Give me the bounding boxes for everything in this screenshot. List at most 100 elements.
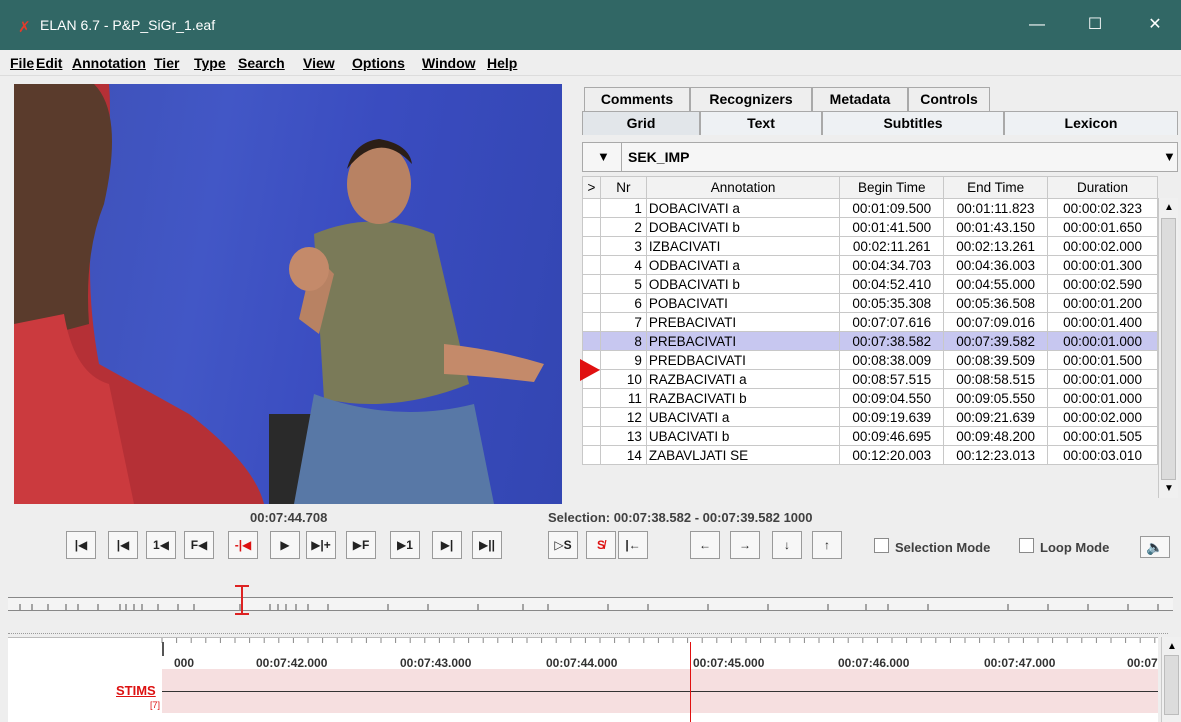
row-nr-cell[interactable]: 8 (599, 331, 647, 351)
row-nr-cell[interactable]: 3 (599, 236, 647, 256)
playhead[interactable] (690, 642, 691, 722)
menu-type[interactable]: Type (194, 55, 226, 71)
timeline-overview[interactable] (8, 597, 1173, 611)
col-begin-time[interactable]: Begin Time (839, 176, 945, 199)
chevron-down-icon[interactable]: ▼ (1163, 149, 1176, 164)
row-begin-cell[interactable]: 00:09:04.550 (839, 388, 945, 408)
table-row[interactable]: 8 PREBACIVATI 00:07:38.582 00:07:39.582 00:0… (582, 331, 1158, 351)
col-end-time[interactable]: End Time (943, 176, 1049, 199)
row-annotation-cell[interactable]: RAZBACIVATI a (645, 369, 841, 389)
row-duration-cell[interactable]: 00:00:01.300 (1047, 255, 1158, 275)
next-pixel-button[interactable]: ▶|+ (306, 531, 336, 559)
tab-metadata[interactable]: Metadata (812, 87, 908, 111)
table-row[interactable]: 14 ZABAVLJATI SE 00:12:20.003 00:12:23.013 0… (582, 445, 1158, 465)
row-begin-cell[interactable]: 00:01:09.500 (839, 198, 945, 218)
row-marker-cell[interactable] (582, 312, 601, 332)
table-row[interactable]: 12 UBACIVATI a 00:09:19.639 00:09:21.639 00:… (582, 407, 1158, 427)
row-duration-cell[interactable]: 00:00:02.000 (1047, 236, 1158, 256)
row-nr-cell[interactable]: 2 (599, 217, 647, 237)
row-end-cell[interactable]: 00:01:43.150 (943, 217, 1049, 237)
row-duration-cell[interactable]: 00:00:01.505 (1047, 426, 1158, 446)
table-row[interactable]: 2 DOBACIVATI b 00:01:41.500 00:01:43.150 00:… (582, 217, 1158, 237)
table-row[interactable]: 5 ODBACIVATI b 00:04:52.410 00:04:55.000 00:… (582, 274, 1158, 294)
previous-second-button[interactable]: 1◀ (146, 531, 176, 559)
maximize-button[interactable]: ☐ (1075, 10, 1115, 40)
timeline-scroll-up-icon[interactable]: ▲ (1167, 641, 1177, 652)
tab-grid[interactable]: Grid (582, 111, 700, 135)
clear-selection-button[interactable]: S̸ (586, 531, 616, 559)
row-annotation-cell[interactable]: IZBACIVATI (645, 236, 841, 256)
row-marker-cell[interactable] (582, 426, 601, 446)
row-end-cell[interactable]: 00:12:23.013 (943, 445, 1049, 465)
row-marker-cell[interactable] (582, 388, 601, 408)
table-row[interactable]: 6 POBACIVATI 00:05:35.308 00:05:36.508 00:00… (582, 293, 1158, 313)
row-end-cell[interactable]: 00:07:39.582 (943, 331, 1049, 351)
row-marker-cell[interactable] (582, 293, 601, 313)
table-row[interactable]: 1 DOBACIVATI a 00:01:09.500 00:01:11.823 00:… (582, 198, 1158, 218)
row-duration-cell[interactable]: 00:00:01.000 (1047, 388, 1158, 408)
table-row[interactable]: 13 UBACIVATI b 00:09:46.695 00:09:48.200 00:… (582, 426, 1158, 446)
tab-recognizers[interactable]: Recognizers (690, 87, 812, 111)
row-duration-cell[interactable]: 00:00:01.000 (1047, 369, 1158, 389)
table-row[interactable]: 9 PREDBACIVATI 00:08:38.009 00:08:39.509 00:… (582, 350, 1158, 370)
video-viewer[interactable] (14, 84, 562, 504)
selection-begin-button[interactable]: |← (618, 531, 648, 559)
next-scrollview-button[interactable]: ▶| (432, 531, 462, 559)
row-begin-cell[interactable]: 00:04:52.410 (839, 274, 945, 294)
row-annotation-cell[interactable]: ODBACIVATI b (645, 274, 841, 294)
menu-view[interactable]: View (303, 55, 335, 71)
menu-help[interactable]: Help (487, 55, 517, 71)
row-marker-cell[interactable] (582, 198, 601, 218)
menu-annotation[interactable]: Annotation (72, 55, 146, 71)
timeline-scrollbar[interactable]: ▲ (1161, 637, 1181, 722)
timeline-scroll-thumb[interactable] (1164, 655, 1179, 715)
menu-tier[interactable]: Tier (154, 55, 179, 71)
row-end-cell[interactable]: 00:08:39.509 (943, 350, 1049, 370)
previous-pixel-button[interactable]: -|◀ (228, 531, 258, 559)
selection-mode-checkbox[interactable] (874, 538, 889, 553)
row-marker-cell[interactable] (582, 274, 601, 294)
row-end-cell[interactable]: 00:05:36.508 (943, 293, 1049, 313)
row-end-cell[interactable]: 00:02:13.261 (943, 236, 1049, 256)
row-nr-cell[interactable]: 9 (599, 350, 647, 370)
annotation-down-button[interactable]: ↓ (772, 531, 802, 559)
row-marker-cell[interactable] (582, 255, 601, 275)
row-nr-cell[interactable]: 12 (599, 407, 647, 427)
col-annotation[interactable]: Annotation (645, 176, 841, 199)
tab-controls[interactable]: Controls (908, 87, 990, 111)
row-nr-cell[interactable]: 14 (599, 445, 647, 465)
close-button[interactable]: ✕ (1135, 10, 1175, 40)
play-selection-button[interactable]: ▷S (548, 531, 578, 559)
menu-file[interactable]: File (10, 55, 34, 71)
row-marker-cell[interactable] (582, 445, 601, 465)
speaker-icon[interactable]: 🔈 (1140, 536, 1170, 558)
row-end-cell[interactable]: 00:04:55.000 (943, 274, 1049, 294)
tab-comments[interactable]: Comments (584, 87, 690, 111)
menu-window[interactable]: Window (422, 55, 476, 71)
row-end-cell[interactable]: 00:09:05.550 (943, 388, 1049, 408)
row-marker-cell[interactable] (582, 331, 601, 351)
row-marker-cell[interactable] (582, 407, 601, 427)
table-row[interactable]: 3 IZBACIVATI 00:02:11.261 00:02:13.261 00:00… (582, 236, 1158, 256)
row-duration-cell[interactable]: 00:00:01.000 (1047, 331, 1158, 351)
grid-scrollbar[interactable]: ▲ ▼ (1158, 198, 1178, 498)
tier-label-stims[interactable]: STIMS (116, 683, 156, 698)
menu-search[interactable]: Search (238, 55, 285, 71)
row-end-cell[interactable]: 00:04:36.003 (943, 255, 1049, 275)
row-annotation-cell[interactable]: PREBACIVATI (645, 331, 841, 351)
row-duration-cell[interactable]: 00:00:01.200 (1047, 293, 1158, 313)
next-annotation-button[interactable]: → (730, 531, 760, 559)
row-begin-cell[interactable]: 00:05:35.308 (839, 293, 945, 313)
row-nr-cell[interactable]: 11 (599, 388, 647, 408)
tab-subtitles[interactable]: Subtitles (822, 111, 1004, 135)
row-duration-cell[interactable]: 00:00:02.000 (1047, 407, 1158, 427)
row-begin-cell[interactable]: 00:09:19.639 (839, 407, 945, 427)
col-nr[interactable]: Nr (599, 176, 647, 199)
go-to-begin-button[interactable]: |◀ (66, 531, 96, 559)
go-to-end-button[interactable]: ▶|| (472, 531, 502, 559)
row-end-cell[interactable]: 00:07:09.016 (943, 312, 1049, 332)
scroll-thumb[interactable] (1161, 218, 1176, 480)
loop-mode-checkbox[interactable] (1019, 538, 1034, 553)
row-marker-cell[interactable] (582, 217, 601, 237)
row-begin-cell[interactable]: 00:08:38.009 (839, 350, 945, 370)
